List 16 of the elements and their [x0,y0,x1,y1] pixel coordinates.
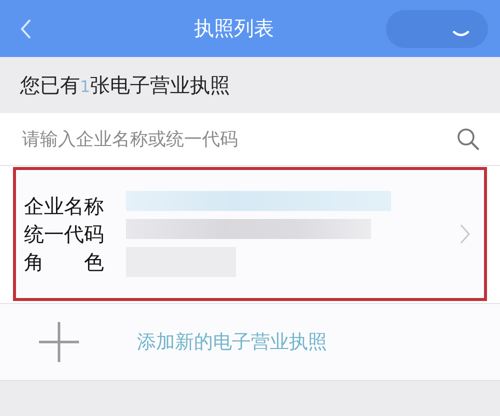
field-label: 企业名称 [24,194,104,218]
back-icon[interactable] [20,18,32,40]
field-label: 统一代码 [24,222,104,246]
window-title: 执照列表 [193,15,275,42]
field-label: 角 色 [24,250,104,274]
menu-capsule[interactable] [386,10,488,48]
license-card[interactable]: 企业名称 统一代码 角 色 [13,167,487,301]
search-bar[interactable]: 请输入企业名称或统一代码 [0,113,500,166]
caret-icon [452,30,470,38]
add-license-link[interactable]: 添加新的电子营业执照 [137,329,327,355]
chevron-right-icon [460,224,470,244]
search-icon[interactable] [456,127,480,151]
search-field[interactable]: 请输入企业名称或统一代码 [20,128,456,150]
plus-icon [39,322,79,362]
add-license-row[interactable]: 添加新的电子营业执照 [0,304,500,381]
license-count-text: 您已有1张电子营业执照 [20,72,230,98]
